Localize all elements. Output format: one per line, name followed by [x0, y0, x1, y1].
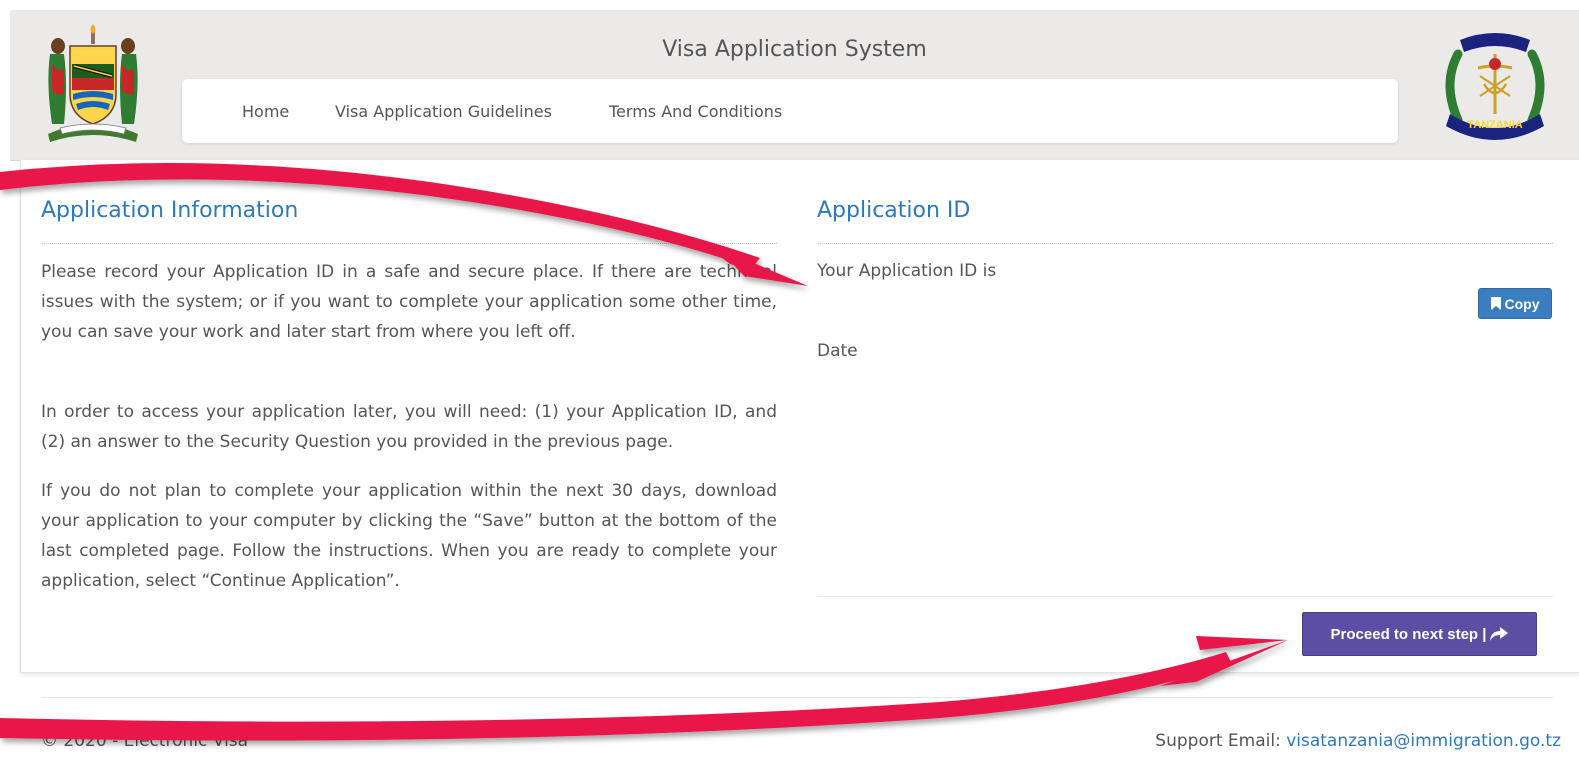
proceed-button-label: Proceed to next step | — [1330, 625, 1487, 643]
footer-divider — [41, 697, 1553, 698]
copy-button-label: Copy — [1504, 295, 1540, 312]
tanzania-coat-of-arms-icon — [40, 24, 146, 146]
date-label: Date — [817, 341, 858, 361]
right-title-divider — [817, 243, 1553, 244]
footer-copyright: © 2020 - Electronic Visa — [41, 731, 249, 751]
bookmark-icon — [1490, 297, 1501, 310]
info-paragraph-1: Please record your Application ID in a s… — [41, 262, 777, 342]
application-id-label: Your Application ID is — [817, 261, 997, 281]
nav-item-terms[interactable]: Terms And Conditions — [609, 102, 782, 121]
site-header: Visa Application System Home Visa Applic… — [10, 10, 1579, 161]
site-title: Visa Application System — [662, 37, 927, 62]
info-paragraph-2: In order to access your application late… — [41, 402, 777, 452]
share-arrow-icon — [1490, 627, 1509, 641]
nav-item-home[interactable]: Home — [242, 102, 289, 121]
footer-support: Support Email: visatanzania@immigration.… — [1155, 731, 1561, 751]
info-paragraph-3: If you do not plan to complete your appl… — [41, 481, 777, 591]
immigration-emblem-icon: TANZANIA — [1436, 24, 1554, 148]
actions-divider — [817, 596, 1553, 597]
support-email-link[interactable]: visatanzania@immigration.go.tz — [1286, 731, 1561, 751]
application-id-title: Application ID — [817, 198, 971, 223]
left-title-divider — [41, 243, 777, 244]
proceed-next-step-button[interactable]: Proceed to next step | — [1302, 612, 1537, 656]
application-information-title: Application Information — [41, 198, 299, 223]
emblem-banner-text: TANZANIA — [1467, 119, 1522, 131]
support-email-label: Support Email: — [1155, 731, 1287, 751]
copy-button[interactable]: Copy — [1478, 288, 1552, 319]
main-nav: Home Visa Application Guidelines Terms A… — [182, 79, 1398, 143]
nav-item-visa-guidelines[interactable]: Visa Application Guidelines — [335, 102, 552, 121]
